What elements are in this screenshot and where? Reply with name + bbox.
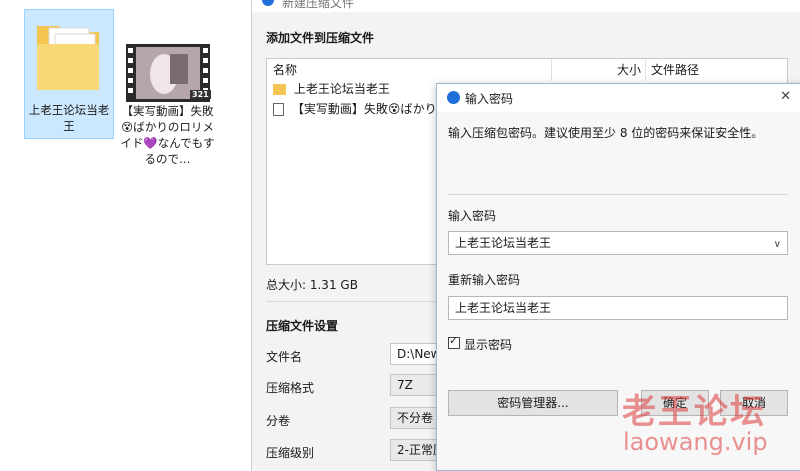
- level-label: 压缩级别: [266, 446, 315, 460]
- total-size: 总大小: 1.31 GB: [266, 278, 358, 292]
- show-password-label[interactable]: 显示密码: [464, 336, 512, 353]
- folder-label: 上老王论坛当老王: [28, 103, 110, 133]
- window-title-bar: 新建压缩文件: [252, 0, 800, 12]
- settings-heading: 压缩文件设置: [266, 319, 339, 333]
- split-label: 分卷: [266, 414, 291, 428]
- divider: [448, 194, 788, 195]
- video-badge: 321: [190, 90, 211, 99]
- file-name: 上老王论坛当老王: [293, 82, 390, 96]
- dialog-description: 输入压缩包密码。建议使用至少 8 位的密码来保证安全性。: [448, 126, 764, 140]
- column-path[interactable]: 文件路径: [651, 59, 699, 81]
- app-icon: [262, 0, 274, 6]
- password-value: 上老王论坛当老王: [455, 236, 552, 250]
- dialog-title: 输入密码: [465, 92, 514, 106]
- add-files-heading: 添加文件到压缩文件: [266, 31, 375, 45]
- confirm-password-input[interactable]: 上老王论坛当老王: [448, 296, 788, 320]
- folder-icon: [273, 84, 286, 95]
- password-manager-button[interactable]: 密码管理器...: [448, 390, 618, 416]
- chevron-down-icon[interactable]: ∨: [774, 234, 781, 256]
- confirm-password-label: 重新输入密码: [448, 273, 521, 287]
- column-divider: [645, 59, 646, 81]
- filename-label: 文件名: [266, 350, 303, 364]
- folder-icon: [35, 18, 101, 94]
- format-value: 7Z: [397, 378, 413, 392]
- window-title: 新建压缩文件: [282, 0, 355, 10]
- confirm-password-value: 上老王论坛当老王: [455, 301, 552, 315]
- dialog-title-bar: 输入密码 ✕: [437, 84, 800, 112]
- password-label: 输入密码: [448, 209, 497, 223]
- column-name[interactable]: 名称: [273, 59, 297, 81]
- column-divider: [551, 59, 552, 81]
- file-row[interactable]: 【実写動画】失敗😵ばかりの: [273, 99, 449, 119]
- desktop-folder-item[interactable]: 上老王论坛当老王: [24, 9, 114, 139]
- split-value: 不分卷: [397, 411, 434, 425]
- check-icon: ✓: [449, 334, 459, 347]
- watermark-url: laowang.vip: [623, 428, 768, 456]
- video-file-icon: [273, 103, 284, 116]
- close-icon[interactable]: ✕: [780, 89, 791, 104]
- app-icon: [447, 91, 460, 104]
- show-password-checkbox[interactable]: ✓: [448, 334, 460, 349]
- file-row[interactable]: 上老王论坛当老王: [273, 79, 390, 99]
- password-input[interactable]: 上老王论坛当老王 ∨: [448, 231, 788, 255]
- desktop-video-item[interactable]: 321 【実写動画】失敗😵ばかりのロリメイド💜なんでもするので…: [120, 40, 215, 170]
- format-label: 压缩格式: [266, 381, 315, 395]
- video-label: 【実写動画】失敗😵ばかりのロリメイド💜なんでもするので…: [120, 104, 215, 166]
- file-name: 【実写動画】失敗😵ばかりの: [291, 102, 449, 116]
- watermark-logo: 老王论坛: [622, 392, 766, 432]
- column-size[interactable]: 大小: [617, 59, 641, 81]
